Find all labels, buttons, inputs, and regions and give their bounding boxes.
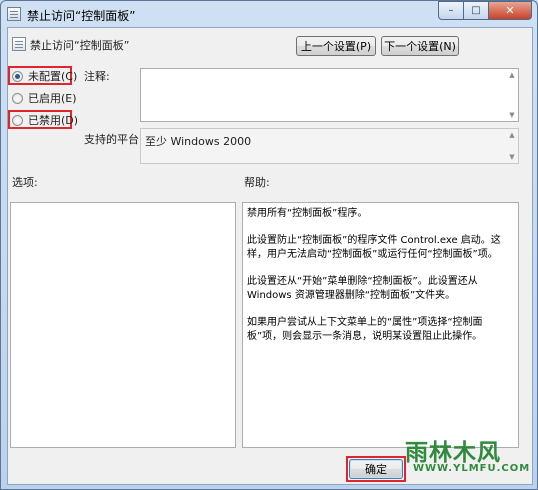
title-bar[interactable]: 禁止访问“控制面板” – □ ✕ (1, 1, 537, 27)
ok-button[interactable]: 确定 (349, 459, 403, 479)
scroll-down-icon: ▼ (509, 111, 515, 119)
comment-label: 注释: (84, 70, 110, 83)
radio-unselected-icon (12, 92, 23, 104)
close-button[interactable]: ✕ (489, 1, 532, 20)
caption-buttons: – □ ✕ (438, 1, 532, 20)
help-paragraph: 如果用户尝试从上下文菜单上的“属性”项选择“控制面板”项，则会显示一条消息，说明… (247, 317, 483, 342)
radio-label-disabled: 已禁用(D) (28, 114, 79, 127)
maximize-button[interactable]: □ (464, 1, 489, 20)
next-setting-button[interactable]: 下一个设置(N) (381, 36, 459, 56)
minimize-icon: – (448, 5, 454, 16)
platform-scrollbar[interactable]: ▲ ▼ (506, 129, 518, 163)
radio-not-configured[interactable]: 未配置(C) (12, 68, 77, 84)
scroll-up-icon: ▲ (509, 131, 515, 139)
radio-selected-icon (12, 70, 23, 82)
policy-name: 禁止访问“控制面板” (30, 39, 130, 52)
radio-label-enabled: 已启用(E) (28, 92, 77, 105)
window-title: 禁止访问“控制面板” (27, 9, 136, 23)
previous-setting-button[interactable]: 上一个设置(P) (296, 36, 376, 56)
maximize-icon: □ (471, 5, 481, 16)
help-paragraph: 此设置还从“开始”菜单删除“控制面板”。此设置还从 Windows 资源管理器删… (247, 276, 478, 301)
scroll-down-icon: ▼ (509, 153, 515, 161)
comment-scrollbar[interactable]: ▲ ▼ (506, 69, 518, 121)
radio-label-not-configured: 未配置(C) (28, 70, 78, 83)
policy-app-icon (7, 7, 21, 21)
platform-field: 至少 Windows 2000 ▲ ▼ (140, 128, 519, 164)
minimize-button[interactable]: – (438, 1, 464, 20)
watermark-url: WWW.YLMFU.COM (413, 463, 531, 474)
watermark-logo: 雨林木风 WWW.YLMFU.COM (405, 433, 533, 489)
dialog-window: 禁止访问“控制面板” – □ ✕ 禁止访问“控制面板” 上一个设置(P) 下一个… (0, 0, 538, 490)
scroll-up-icon: ▲ (509, 71, 515, 79)
platform-value: 至少 Windows 2000 (145, 135, 252, 148)
options-panel (10, 202, 236, 448)
policy-setting-icon (12, 37, 26, 51)
watermark-text: 雨林木风 (405, 440, 501, 466)
platform-label: 支持的平台: (84, 133, 143, 146)
help-paragraph: 此设置防止“控制面板”的程序文件 Control.exe 启动。这样，用户无法启… (247, 235, 501, 260)
radio-disabled[interactable]: 已禁用(D) (12, 112, 78, 128)
radio-enabled[interactable]: 已启用(E) (12, 90, 77, 106)
help-label: 帮助: (244, 176, 270, 189)
comment-textarea[interactable]: ▲ ▼ (140, 68, 519, 122)
close-icon: ✕ (505, 4, 515, 17)
options-label: 选项: (12, 176, 38, 189)
radio-unselected-icon (12, 114, 23, 126)
help-paragraph: 禁用所有“控制面板”程序。 (247, 208, 368, 219)
help-text: 禁用所有“控制面板”程序。 此设置防止“控制面板”的程序文件 Control.e… (247, 207, 509, 357)
dialog-client-area: 禁止访问“控制面板” 上一个设置(P) 下一个设置(N) 未配置(C) 已启用(… (7, 27, 533, 485)
help-panel: 禁用所有“控制面板”程序。 此设置防止“控制面板”的程序文件 Control.e… (242, 202, 519, 448)
